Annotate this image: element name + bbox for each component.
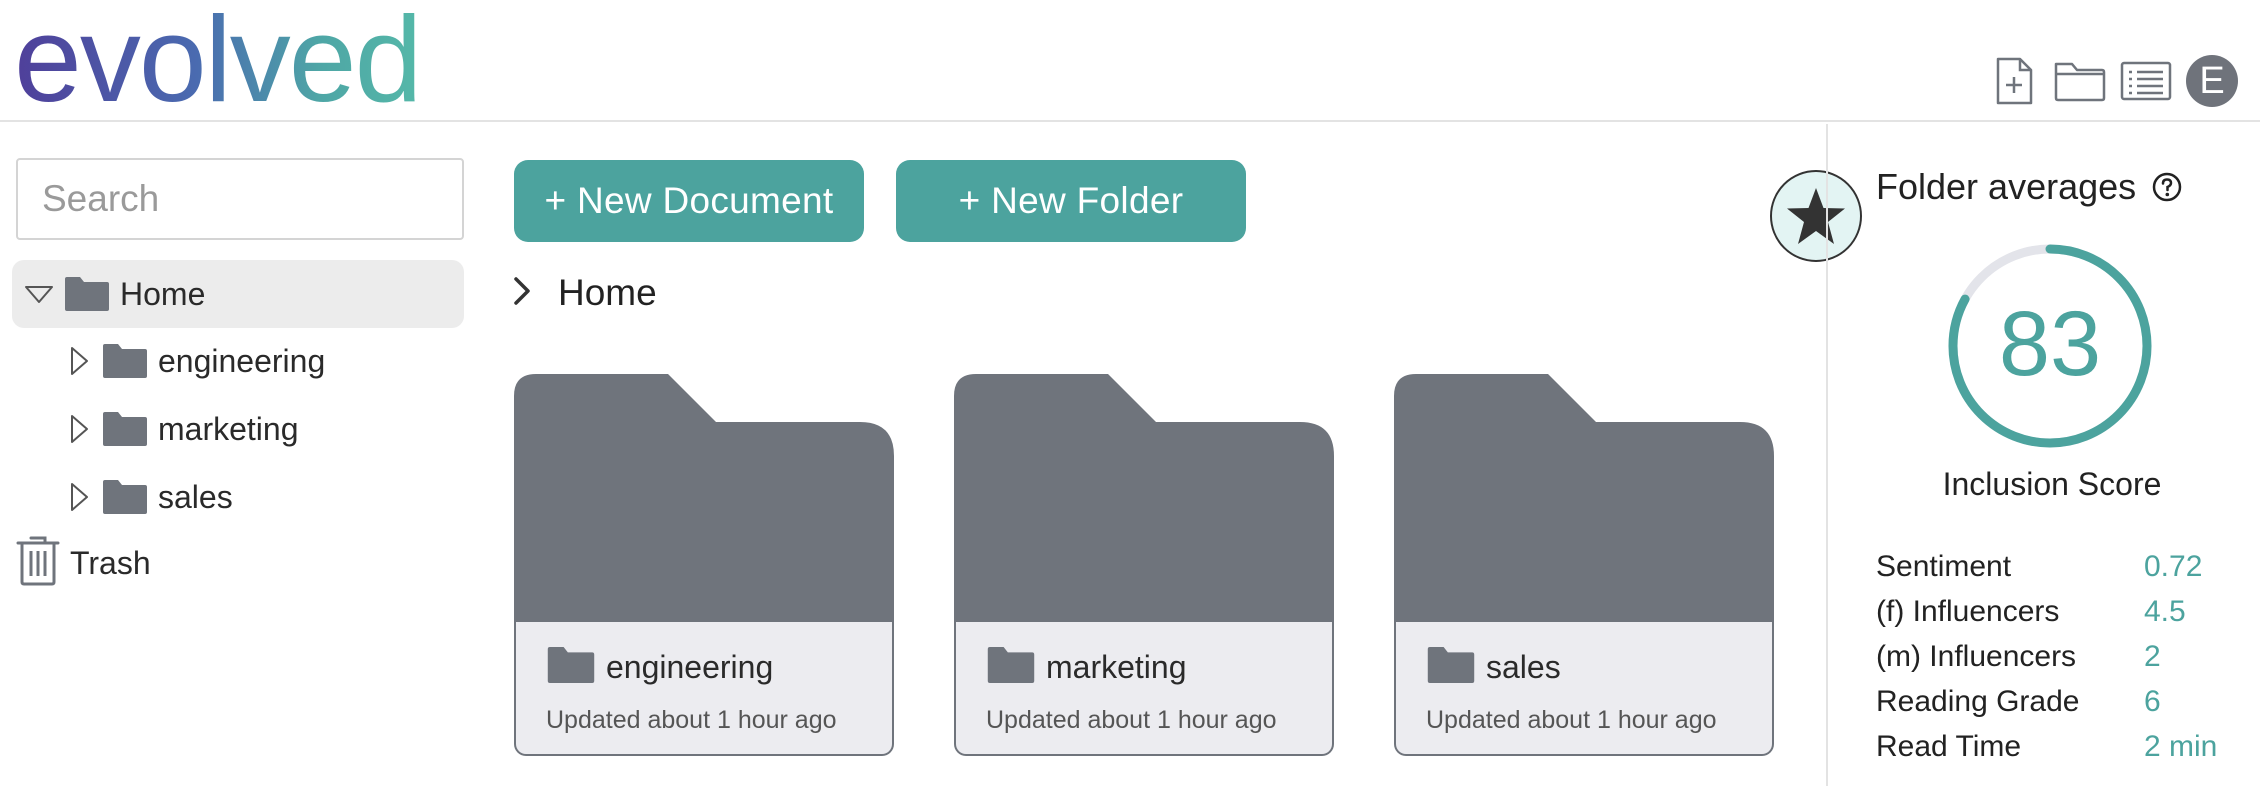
tree-item-sales[interactable]: sales [62, 467, 233, 527]
stat-value: 6 [2144, 684, 2161, 718]
search-input[interactable] [16, 158, 464, 240]
tree-item-engineering[interactable]: engineering [62, 331, 325, 391]
large-folder-icon [514, 374, 894, 624]
help-icon[interactable] [2152, 172, 2182, 202]
user-avatar[interactable]: E [2186, 55, 2238, 107]
evolved-logo[interactable]: evolved [14, 0, 423, 126]
tree-label-home: Home [120, 275, 206, 312]
panel-title: Folder averages [1876, 166, 2182, 208]
folder-averages-panel: Folder averages 83 Inclusion Score Senti… [1826, 124, 2260, 786]
stat-row-reading-grade: Reading Grade 6 [1876, 679, 2256, 724]
stat-value: 2 min [2144, 729, 2218, 763]
folder-icon [64, 276, 110, 312]
folder-icon [102, 411, 148, 447]
stat-label: Sentiment [1876, 549, 2012, 583]
new-document-icon[interactable] [1988, 55, 2040, 107]
inclusion-score-value: 83 [1998, 293, 2102, 395]
new-folder-button[interactable]: + New Folder [896, 160, 1246, 242]
trash-icon [16, 536, 60, 591]
folder-name-text: marketing [1046, 649, 1187, 685]
stat-value: 0.72 [2144, 549, 2203, 583]
expand-triangle-icon[interactable] [62, 480, 96, 514]
tree-item-home[interactable]: Home [12, 260, 464, 328]
stat-label: (m) Influencers [1876, 639, 2077, 673]
expand-triangle-icon[interactable] [62, 344, 96, 378]
folder-card-footer: sales Updated about 1 hour ago [1394, 622, 1774, 756]
folder-icon [102, 343, 148, 379]
header-toolbar: E [1988, 55, 2238, 107]
tree-label-engineering: engineering [158, 342, 326, 379]
folder-card-name: engineering [546, 646, 773, 689]
stat-row-sentiment: Sentiment 0.72 [1876, 544, 2256, 589]
folder-icon[interactable] [2054, 55, 2106, 107]
stat-label: Reading Grade [1876, 684, 2080, 718]
expand-triangle-icon[interactable] [62, 412, 96, 446]
trash-item[interactable]: Trash [16, 536, 151, 591]
chevron-right-icon[interactable] [512, 276, 532, 311]
folder-updated-text: Updated about 1 hour ago [1426, 706, 1717, 734]
stat-row-read-time: Read Time 2 min [1876, 724, 2256, 769]
folder-name-text: sales [1486, 649, 1561, 685]
stat-label: Read Time [1876, 729, 2022, 763]
folder-card-footer: engineering Updated about 1 hour ago [514, 622, 894, 756]
tree-label-marketing: marketing [158, 410, 299, 447]
sidebar: Home engineering marketing sales Tras [0, 124, 480, 786]
folder-averages-title: Folder averages [1876, 166, 2137, 207]
folder-icon [102, 479, 148, 515]
folder-updated-text: Updated about 1 hour ago [546, 706, 837, 734]
stat-value: 4.5 [2144, 594, 2186, 628]
stat-row-f-influencers: (f) Influencers 4.5 [1876, 589, 2256, 634]
stat-label: (f) Influencers [1876, 594, 2060, 628]
large-folder-icon [1394, 374, 1774, 624]
folder-card-footer: marketing Updated about 1 hour ago [954, 622, 1334, 756]
main-content: + New Document + New Folder Home enginee… [480, 124, 1825, 786]
collapse-triangle-icon[interactable] [22, 277, 56, 311]
folder-name-text: engineering [606, 649, 774, 685]
list-view-icon[interactable] [2120, 55, 2172, 107]
tree-label-sales: sales [158, 478, 233, 515]
folder-card-name: marketing [986, 646, 1187, 689]
folder-card-name: sales [1426, 646, 1561, 689]
trash-label: Trash [70, 545, 151, 581]
tree-item-marketing[interactable]: marketing [62, 399, 299, 459]
breadcrumb: Home [512, 272, 657, 314]
large-folder-icon [954, 374, 1334, 624]
stat-value: 2 [2144, 639, 2161, 673]
folder-card-sales[interactable]: sales Updated about 1 hour ago [1394, 374, 1774, 756]
folder-icon [546, 646, 596, 689]
inclusion-score-label: Inclusion Score [1942, 466, 2162, 502]
breadcrumb-current[interactable]: Home [558, 272, 657, 314]
new-document-button[interactable]: + New Document [514, 160, 864, 242]
stats-list: Sentiment 0.72 (f) Influencers 4.5 (m) I… [1876, 544, 2256, 769]
folder-card-engineering[interactable]: engineering Updated about 1 hour ago [514, 374, 894, 756]
folder-icon [986, 646, 1036, 689]
stat-row-m-influencers: (m) Influencers 2 [1876, 634, 2256, 679]
folder-icon [1426, 646, 1476, 689]
app-header: evolved E [0, 0, 2260, 126]
folder-card-marketing[interactable]: marketing Updated about 1 hour ago [954, 374, 1334, 756]
folder-updated-text: Updated about 1 hour ago [986, 706, 1277, 734]
